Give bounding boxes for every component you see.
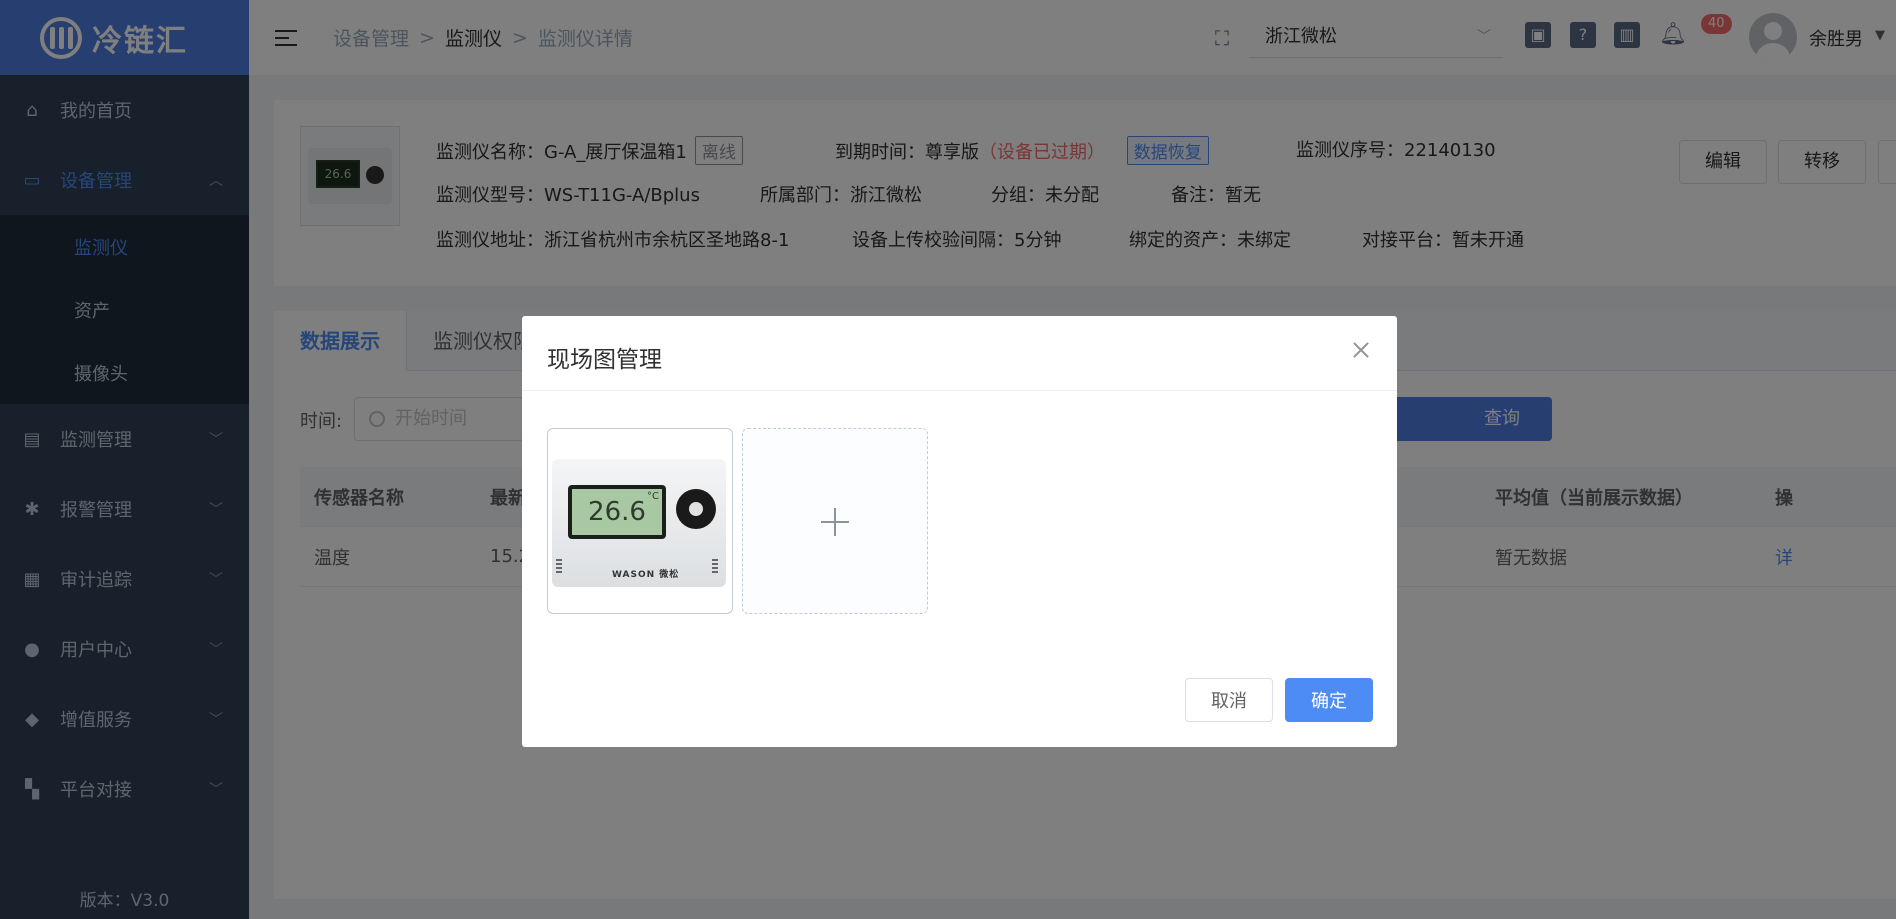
dialog-title: 现场图管理 [547,347,662,373]
site-photo[interactable]: 26.6 °C WASON 微松 [547,428,733,614]
divider [522,390,1397,391]
device-image: 26.6 °C WASON 微松 [552,459,726,587]
site-photo-dialog: 现场图管理 26.6 °C WASON 微松 取消 确定 [522,316,1397,747]
close-icon[interactable] [1351,340,1371,360]
cancel-button[interactable]: 取消 [1185,678,1273,722]
upload-plus-icon[interactable] [742,428,928,614]
confirm-button[interactable]: 确定 [1285,678,1373,722]
photo-unit: °C [647,491,659,502]
photo-reading: 26.6 [588,497,646,527]
photo-brand: WASON 微松 [612,570,680,580]
keypad-image [676,489,716,529]
